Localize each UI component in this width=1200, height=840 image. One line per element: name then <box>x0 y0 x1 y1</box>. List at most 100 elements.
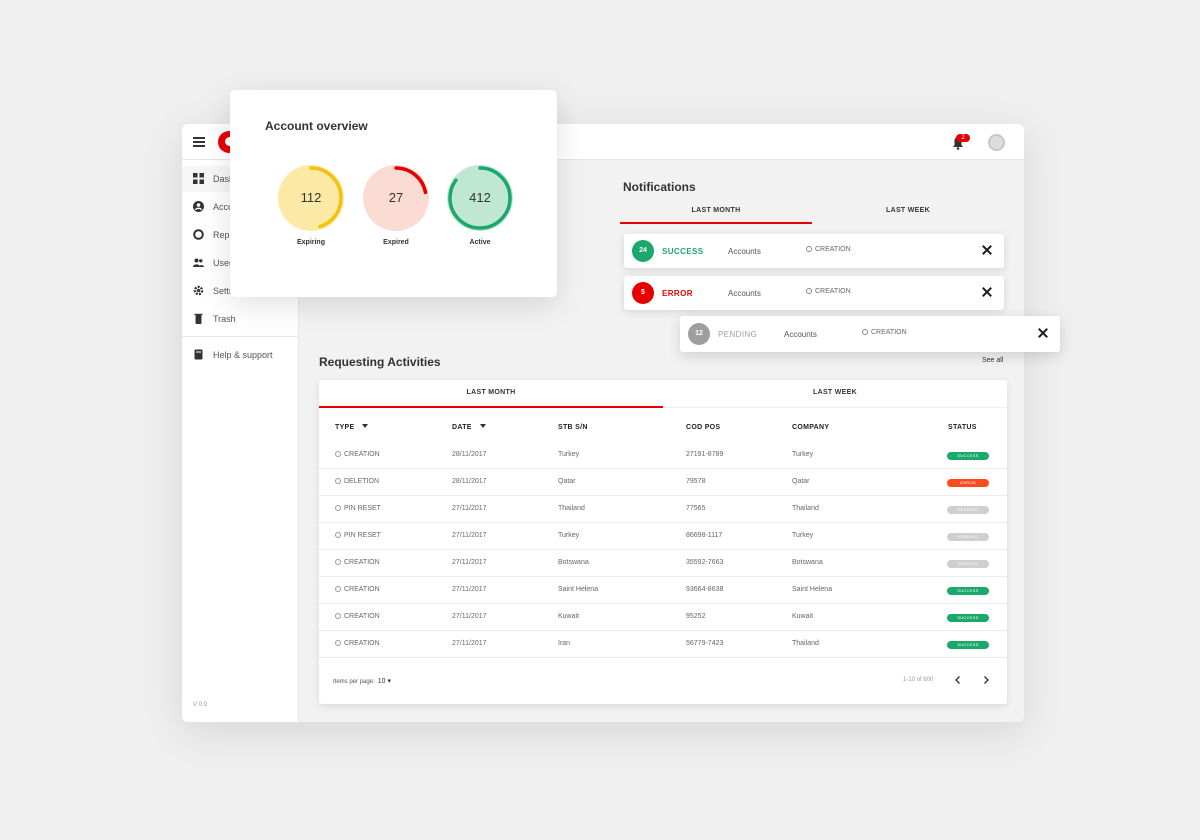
cell-company: Kuwait <box>792 613 814 620</box>
sidebar-item-help[interactable]: Help & support <box>182 342 299 368</box>
type-dot-icon <box>806 246 812 252</box>
cell-cod-pos: 35592-7663 <box>686 559 724 566</box>
user-avatar[interactable] <box>988 134 1005 151</box>
type-dot-icon <box>806 288 812 294</box>
table-row[interactable]: CREATION 27/11/2017 Iran 56779-7423 Thailand… <box>319 631 1007 658</box>
notification-count: 12 <box>688 323 710 345</box>
cell-type-label: CREATION <box>344 451 380 458</box>
column-header-stb: STB S/N <box>558 424 588 431</box>
type-dot-icon <box>335 451 341 457</box>
donut-chart-icon <box>193 229 204 240</box>
tab-last-month[interactable]: LAST MONTH <box>620 200 812 224</box>
cell-company: Thailand <box>792 505 819 512</box>
notification-accounts: Accounts <box>784 330 817 339</box>
account-icon <box>193 201 204 212</box>
tab-last-week[interactable]: LAST WEEK <box>663 380 1007 408</box>
column-header-date[interactable]: DATE <box>452 424 486 431</box>
items-per-page: Items per page: 10 ▾ <box>333 677 391 685</box>
status-badge: SUCCESS <box>947 614 989 622</box>
cell-stb: Botswana <box>558 559 589 566</box>
cell-company: Saint Helena <box>792 586 833 593</box>
cell-stb: Turkey <box>558 451 580 458</box>
sidebar-item-trash[interactable]: Trash <box>182 306 299 332</box>
notification-error[interactable]: 5 ERROR Accounts CREATION <box>624 276 1004 310</box>
pagination-range: 1-10 of 600 <box>903 677 934 683</box>
items-per-page-value: 10 <box>377 678 386 685</box>
status-badge: ERROR <box>947 479 989 487</box>
type-dot-icon <box>335 478 341 484</box>
notifications-title: Notifications <box>623 180 696 194</box>
table-row[interactable]: PIN RESET 27/11/2017 Turkey 86698-1117 Turke… <box>319 523 1007 550</box>
cell-type: PIN RESET <box>335 505 381 512</box>
cell-date: 27/11/2017 <box>452 559 487 566</box>
gauge-label: Active <box>469 239 491 246</box>
gauge-expired[interactable]: 27 <box>360 162 432 234</box>
cell-type: CREATION <box>335 586 380 593</box>
notification-count: 24 <box>632 240 654 262</box>
chevron-right-icon[interactable] <box>979 673 993 687</box>
cell-stb: Saint Helena <box>558 586 599 593</box>
cell-type: CREATION <box>335 640 380 647</box>
close-icon[interactable] <box>980 285 994 299</box>
sidebar-item-label: Trash <box>213 314 236 324</box>
notification-pending[interactable]: 12 PENDING Accounts CREATION <box>680 316 1060 352</box>
notification-type-label: CREATION <box>871 329 907 336</box>
notification-type: CREATION <box>806 246 851 253</box>
account-overview-card: Account overview 112 Expiring 27 Expired 412… <box>230 90 557 297</box>
cell-company: Turkey <box>792 532 814 539</box>
notification-type-label: CREATION <box>815 288 851 295</box>
items-per-page-select[interactable]: 10 ▾ <box>378 678 391 685</box>
column-header-label: TYPE <box>335 424 355 431</box>
app-version: V 0.9 <box>193 702 208 708</box>
notification-success[interactable]: 24 SUCCESS Accounts CREATION <box>624 234 1004 268</box>
close-icon[interactable] <box>980 243 994 257</box>
cell-date: 27/11/2017 <box>452 532 487 539</box>
chevron-left-icon[interactable] <box>951 673 965 687</box>
notification-count-badge: 2 <box>956 134 970 142</box>
table-row[interactable]: CREATION 27/11/2017 Botswana 35592-7663 Bots… <box>319 550 1007 577</box>
sort-arrow-icon <box>479 424 486 428</box>
hamburger-menu-icon[interactable] <box>193 137 205 147</box>
table-row[interactable]: DELETION 28/11/2017 Qatar 79578 Qatar ERROR <box>319 469 1007 496</box>
see-all-link[interactable]: See all <box>982 357 1003 364</box>
requesting-activities-title: Requesting Activities <box>319 355 441 369</box>
column-header-label: DATE <box>452 424 472 431</box>
cell-type-label: PIN RESET <box>344 505 381 512</box>
table-row[interactable]: CREATION 28/11/2017 Turkey 27191-8789 Turkey… <box>319 442 1007 469</box>
notification-type-label: CREATION <box>815 246 851 253</box>
close-icon[interactable] <box>1036 326 1050 340</box>
cell-type-label: CREATION <box>344 640 380 647</box>
book-icon <box>194 349 203 360</box>
column-header-type[interactable]: TYPE <box>335 424 369 431</box>
items-per-page-label: Items per page: <box>333 679 375 685</box>
cell-type: CREATION <box>335 613 380 620</box>
cell-type: CREATION <box>335 451 380 458</box>
tab-last-week[interactable]: LAST WEEK <box>812 200 1004 224</box>
grid-icon <box>193 173 204 184</box>
gauge-expiring[interactable]: 112 <box>275 162 347 234</box>
cell-type: DELETION <box>335 478 379 485</box>
cell-cod-pos: 86698-1117 <box>686 532 723 539</box>
cell-type-label: PIN RESET <box>344 532 381 539</box>
cell-type-label: DELETION <box>344 478 380 485</box>
column-header-cod-pos: COD POS <box>686 424 721 431</box>
gauge-active[interactable]: 412 <box>444 162 516 234</box>
gauge-label: Expiring <box>296 239 325 246</box>
trash-icon <box>194 313 203 324</box>
table-row[interactable]: PIN RESET 27/11/2017 Thailand 77565 Thailand… <box>319 496 1007 523</box>
table-row[interactable]: CREATION 27/11/2017 Kuwait 95252 Kuwait SUCCE… <box>319 604 1007 631</box>
type-dot-icon <box>335 532 341 538</box>
type-dot-icon <box>335 559 341 565</box>
type-dot-icon <box>862 329 868 335</box>
cell-stb: Turkey <box>558 532 580 539</box>
cell-company: Botswana <box>792 559 823 566</box>
cell-cod-pos: 93664-8638 <box>686 586 724 593</box>
table-row[interactable]: CREATION 27/11/2017 Saint Helena 93664-8638… <box>319 577 1007 604</box>
cell-date: 27/11/2017 <box>452 613 487 620</box>
notification-status: ERROR <box>662 289 693 298</box>
account-overview-title: Account overview <box>265 119 368 133</box>
tab-last-month[interactable]: LAST MONTH <box>319 380 663 408</box>
cell-type-label: CREATION <box>344 586 380 593</box>
gauge-value: 27 <box>388 190 404 205</box>
cell-cod-pos: 56779-7423 <box>686 640 724 647</box>
